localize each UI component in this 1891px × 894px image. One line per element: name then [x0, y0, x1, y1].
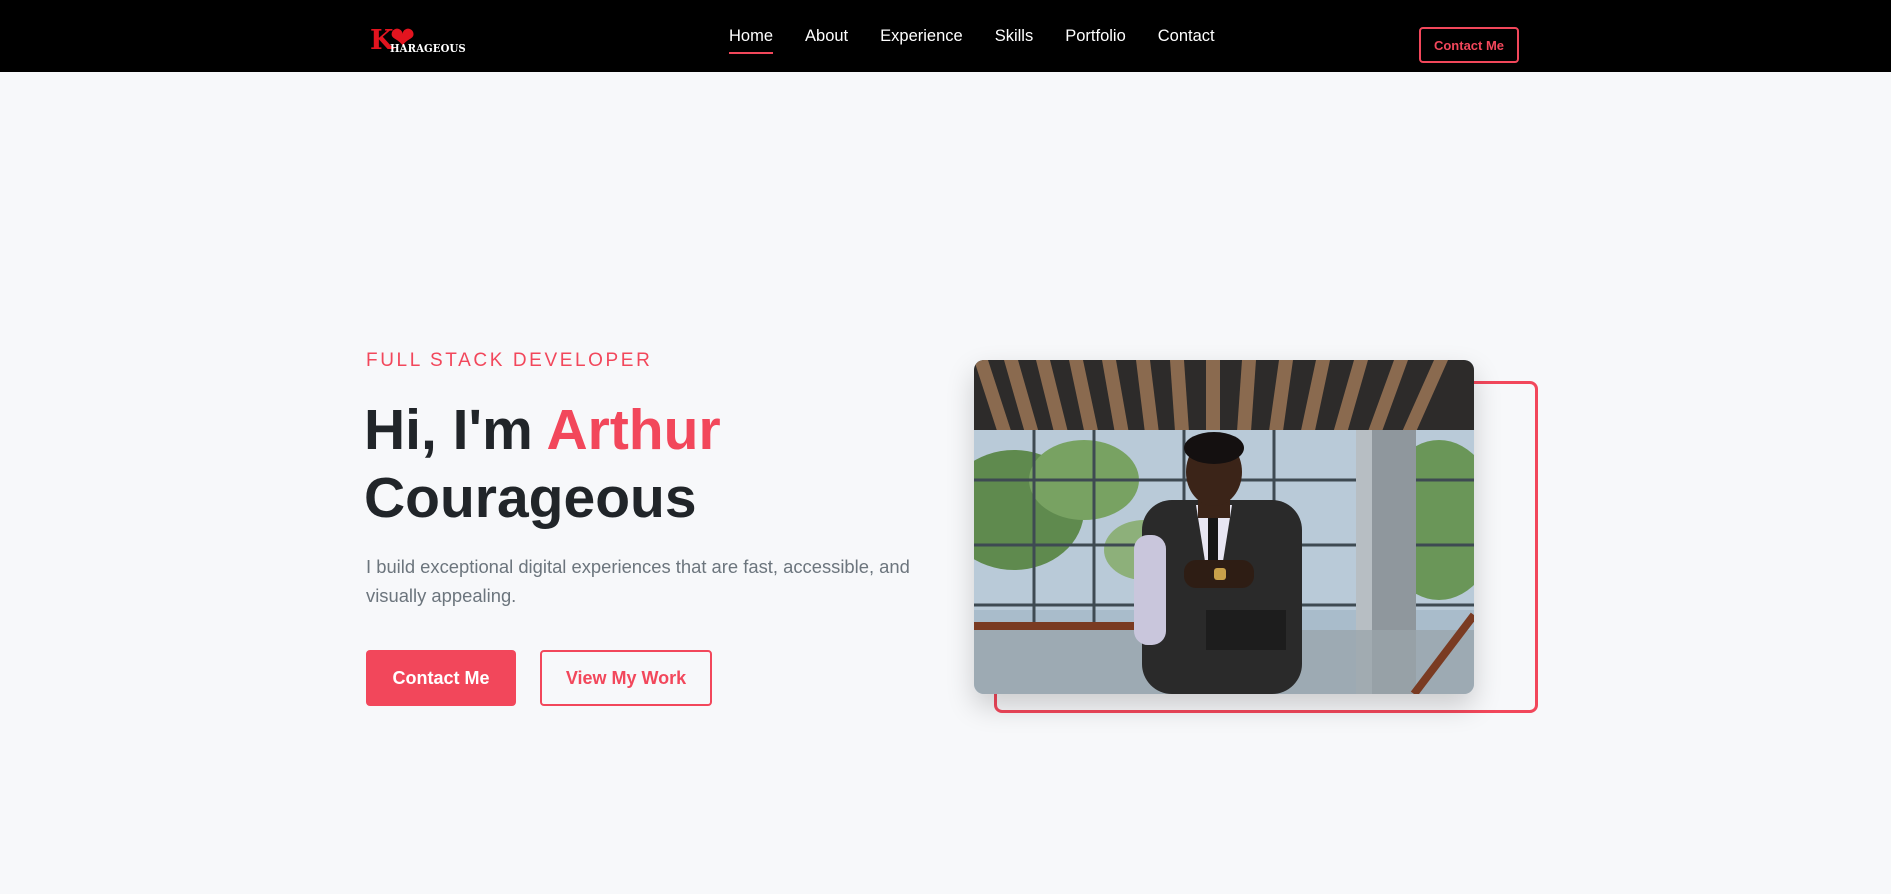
- nav-link-home[interactable]: Home: [729, 28, 774, 54]
- nav-link-about[interactable]: About: [805, 28, 848, 45]
- nav-link-skills[interactable]: Skills: [995, 28, 1034, 45]
- logo-text: HARAGEOUS: [390, 42, 466, 55]
- hero-first-name: Arthur: [546, 398, 721, 462]
- hero-description: I build exceptional digital experiences …: [366, 556, 910, 606]
- navbar: K ❤ HARAGEOUS Home About Experience Skil…: [0, 0, 1891, 72]
- view-my-work-button[interactable]: View My Work: [540, 650, 712, 706]
- hero-last-name: Courageous: [364, 466, 697, 530]
- main-nav: Home About Experience Skills Portfolio C…: [729, 0, 1215, 72]
- nav-link-portfolio[interactable]: Portfolio: [1065, 28, 1126, 45]
- contact-me-button[interactable]: Contact Me: [366, 650, 516, 706]
- site-logo[interactable]: K ❤ HARAGEOUS: [368, 24, 466, 62]
- hero-subtitle: FULL STACK DEVELOPER: [366, 350, 653, 371]
- profile-photo: [974, 360, 1474, 694]
- hero-title: Hi, I'm Arthur Courageous: [364, 396, 721, 532]
- nav-link-experience[interactable]: Experience: [880, 28, 963, 45]
- nav-contact-button[interactable]: Contact Me: [1419, 27, 1519, 63]
- nav-link-contact[interactable]: Contact: [1158, 28, 1215, 45]
- hero-greeting: Hi, I'm: [364, 398, 533, 462]
